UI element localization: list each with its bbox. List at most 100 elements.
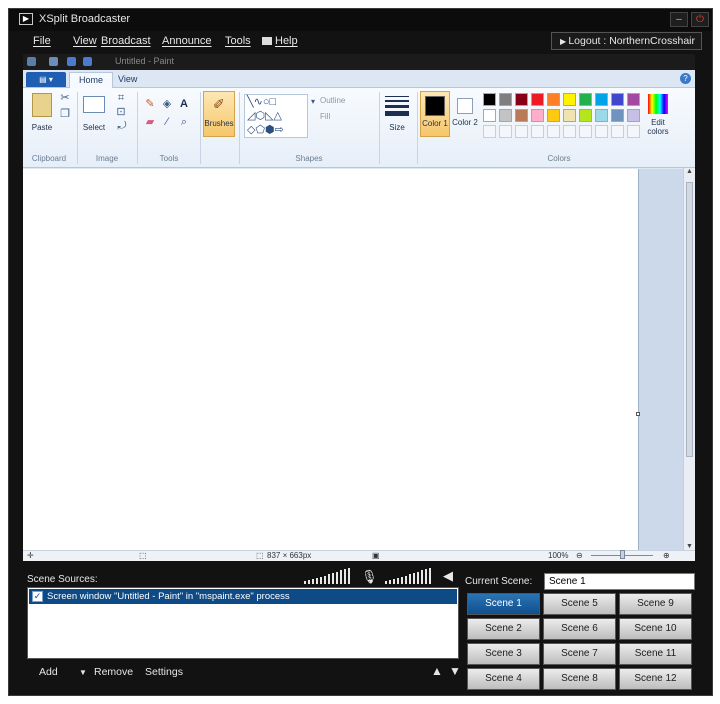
speaker-volume-meter[interactable] — [304, 568, 354, 584]
vertical-scrollbar[interactable]: ▲ ▼ — [683, 168, 695, 550]
power-icon[interactable]: ⏻ — [691, 12, 709, 27]
crop-icon[interactable]: ⌗ — [115, 92, 127, 104]
move-down-icon[interactable]: ▼ — [449, 664, 461, 678]
edit-colors-icon[interactable] — [648, 94, 668, 114]
fill-label[interactable]: Fill — [320, 112, 362, 121]
edit-colors-label[interactable]: Edit colors — [640, 118, 676, 136]
redo-icon[interactable] — [83, 57, 92, 66]
size-label[interactable]: Size — [381, 123, 413, 132]
scene-button-4[interactable]: Scene 4 — [467, 668, 540, 690]
palette-swatch[interactable] — [627, 109, 640, 122]
palette-swatch[interactable] — [563, 109, 576, 122]
menu-tools[interactable]: Tools — [225, 35, 251, 47]
palette-swatch[interactable] — [595, 93, 608, 106]
palette-swatch[interactable] — [515, 109, 528, 122]
save-icon[interactable] — [49, 57, 58, 66]
custom-color-slot[interactable] — [611, 125, 624, 138]
paint-menu-button[interactable]: ▤ ▾ — [26, 72, 66, 87]
menu-broadcast[interactable]: Broadcast — [101, 35, 151, 47]
fill-bucket-icon[interactable]: ◈ — [160, 98, 174, 110]
palette-swatch[interactable] — [595, 109, 608, 122]
zoom-slider-thumb[interactable] — [620, 550, 625, 559]
scene-sources-list[interactable]: ✓ Screen window "Untitled - Paint" in "m… — [27, 587, 459, 659]
shapes-scroll-icon[interactable]: ▾ — [309, 96, 317, 108]
eraser-icon[interactable]: ▰ — [143, 116, 157, 128]
color-picker-icon[interactable]: ⁄ — [160, 116, 174, 128]
logout-button[interactable]: ▶ Logout : NorthernCrosshair — [550, 32, 702, 50]
palette-swatch[interactable] — [547, 93, 560, 106]
custom-color-slot[interactable] — [595, 125, 608, 138]
zoom-out-icon[interactable]: ⊖ — [576, 551, 583, 560]
shapes-gallery[interactable]: ╲∿○□ ◿⬡◺△ ◇⬠⬢⇨ — [244, 94, 308, 138]
palette-swatch[interactable] — [611, 93, 624, 106]
color1-button[interactable]: Color 1 — [420, 91, 450, 137]
palette-swatch[interactable] — [483, 93, 496, 106]
rotate-icon[interactable]: ⤾ — [115, 120, 129, 132]
zoom-in-icon[interactable]: ⊕ — [663, 551, 670, 560]
mic-volume-meter[interactable] — [385, 568, 435, 584]
palette-swatch[interactable] — [483, 109, 496, 122]
tab-home[interactable]: Home — [69, 72, 114, 88]
custom-color-slot[interactable] — [563, 125, 576, 138]
scene-button-3[interactable]: Scene 3 — [467, 643, 540, 665]
size-icon[interactable] — [385, 96, 409, 118]
menu-view[interactable]: View — [73, 35, 97, 47]
add-source-button[interactable]: Add — [39, 666, 58, 678]
palette-swatch[interactable] — [531, 109, 544, 122]
palette-swatch[interactable] — [563, 93, 576, 106]
scene-button-6[interactable]: Scene 6 — [543, 618, 616, 640]
drawing-canvas[interactable] — [23, 169, 639, 550]
text-tool-icon[interactable]: A — [177, 98, 191, 110]
menu-file[interactable]: File — [33, 35, 51, 47]
custom-color-slot[interactable] — [531, 125, 544, 138]
scene-button-9[interactable]: Scene 9 — [619, 593, 692, 615]
color2-swatch[interactable] — [457, 98, 473, 114]
paste-icon[interactable] — [32, 93, 52, 117]
scroll-down-icon[interactable]: ▼ — [686, 543, 693, 550]
custom-color-slot[interactable] — [499, 125, 512, 138]
select-label[interactable]: Select — [78, 123, 110, 132]
scroll-thumb[interactable] — [686, 182, 693, 457]
custom-color-slot[interactable] — [483, 125, 496, 138]
undo-icon[interactable] — [67, 57, 76, 66]
current-scene-field[interactable]: Scene 1 — [544, 573, 695, 590]
custom-color-slot[interactable] — [579, 125, 592, 138]
scene-button-1[interactable]: Scene 1 — [467, 593, 540, 615]
move-up-icon[interactable]: ▲ — [431, 664, 443, 678]
source-settings-button[interactable]: Settings — [145, 666, 183, 678]
canvas-resize-handle[interactable] — [636, 412, 640, 416]
custom-color-slot[interactable] — [627, 125, 640, 138]
palette-swatch[interactable] — [499, 93, 512, 106]
menu-help[interactable]: Help — [275, 35, 298, 47]
cut-icon[interactable]: ✂ — [59, 92, 71, 104]
palette-swatch[interactable] — [547, 109, 560, 122]
menu-announce[interactable]: Announce — [162, 35, 212, 47]
palette-swatch[interactable] — [579, 109, 592, 122]
palette-swatch[interactable] — [611, 109, 624, 122]
scene-button-2[interactable]: Scene 2 — [467, 618, 540, 640]
palette-swatch[interactable] — [499, 109, 512, 122]
paste-label[interactable]: Paste — [27, 123, 57, 132]
source-item[interactable]: ✓ Screen window "Untitled - Paint" in "m… — [29, 589, 457, 604]
select-icon[interactable] — [83, 96, 105, 113]
palette-swatch[interactable] — [579, 93, 592, 106]
palette-swatch[interactable] — [531, 93, 544, 106]
palette-swatch[interactable] — [515, 93, 528, 106]
scene-button-7[interactable]: Scene 7 — [543, 643, 616, 665]
scene-button-8[interactable]: Scene 8 — [543, 668, 616, 690]
magnifier-icon[interactable]: ⌕ — [177, 116, 191, 128]
microphone-icon[interactable]: 🎙 — [361, 569, 378, 585]
help-icon[interactable]: ? — [680, 73, 691, 84]
palette-swatch[interactable] — [627, 93, 640, 106]
speaker-icon[interactable]: ◀ — [443, 568, 453, 584]
remove-source-button[interactable]: Remove — [94, 666, 133, 678]
minimize-button[interactable]: – — [670, 12, 688, 27]
outline-label[interactable]: Outline — [320, 96, 372, 105]
scene-button-11[interactable]: Scene 11 — [619, 643, 692, 665]
resize-icon[interactable]: ⊡ — [115, 106, 127, 118]
brushes-button[interactable]: ✐ Brushes — [203, 91, 235, 137]
scene-button-10[interactable]: Scene 10 — [619, 618, 692, 640]
source-checkbox[interactable]: ✓ — [32, 591, 43, 602]
scroll-up-icon[interactable]: ▲ — [686, 168, 693, 175]
color2-label[interactable]: Color 2 — [451, 118, 479, 127]
